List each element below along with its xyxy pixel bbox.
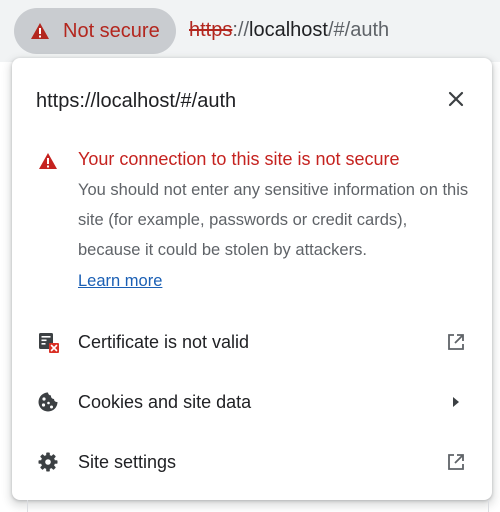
site-settings-row[interactable]: Site settings — [12, 434, 492, 490]
open-external-icon — [444, 450, 468, 474]
cookie-icon — [36, 390, 60, 414]
warning-triangle-icon — [38, 152, 58, 170]
site-settings-row-label: Site settings — [78, 452, 177, 472]
omnibox: Not secure https://localhost/#/auth — [0, 0, 500, 62]
page-divider — [27, 500, 28, 512]
page-divider — [488, 500, 489, 512]
open-external-icon — [444, 330, 468, 354]
warning-triangle-icon — [30, 22, 50, 40]
close-icon — [448, 91, 464, 112]
cookies-row-label: Cookies and site data — [78, 392, 252, 412]
learn-more-link[interactable]: Learn more — [78, 266, 162, 296]
warning-description: You should not enter any sensitive infor… — [78, 181, 469, 259]
gear-icon — [36, 450, 60, 474]
url-host: localhost — [249, 19, 328, 41]
warning-title: Your connection to this site is not secu… — [78, 149, 400, 169]
certificate-invalid-icon — [36, 330, 60, 354]
url-scheme: https — [189, 19, 233, 41]
close-button[interactable] — [442, 87, 470, 115]
cookies-row[interactable]: Cookies and site data — [12, 374, 492, 430]
url-path: /#/auth — [327, 19, 390, 41]
page-info-popup: https://localhost/#/auth Your connection… — [12, 58, 492, 500]
popup-site-url: https://localhost/#/auth — [36, 90, 237, 112]
arrow-right-icon — [444, 390, 468, 414]
certificate-row[interactable]: Certificate is not valid — [12, 314, 492, 370]
not-secure-label: Not secure — [63, 19, 160, 42]
address-bar-url[interactable]: https://localhost/#/auth — [189, 18, 389, 42]
certificate-row-label: Certificate is not valid — [78, 332, 250, 352]
url-separator: :// — [232, 19, 250, 41]
security-status-chip[interactable]: Not secure — [14, 8, 176, 54]
